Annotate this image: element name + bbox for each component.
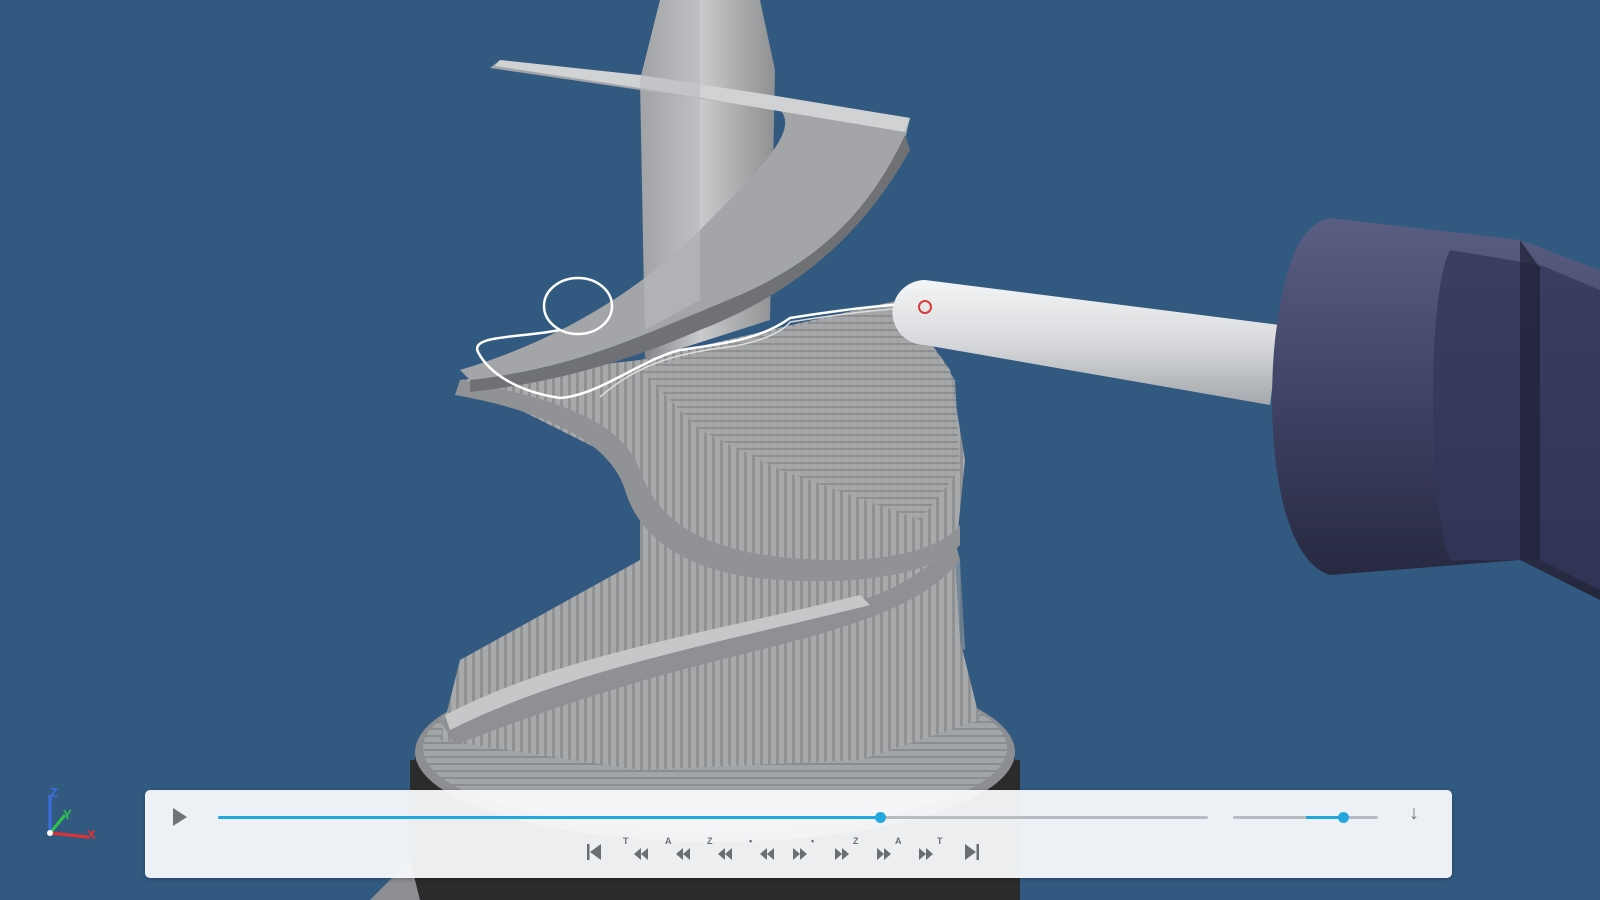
step-forward-icon — [793, 848, 807, 860]
last-step-button[interactable] — [957, 836, 991, 866]
step-mode-label: Z — [707, 836, 713, 846]
play-button[interactable] — [167, 804, 193, 830]
forward-toolpath-button[interactable]: T — [915, 836, 949, 866]
progress-fill — [218, 816, 881, 819]
forward-operation-button[interactable]: A — [873, 836, 907, 866]
speed-slider[interactable] — [1233, 812, 1378, 823]
back-z-level-button[interactable]: Z — [705, 836, 739, 866]
download-button[interactable]: ↓ — [1403, 802, 1425, 828]
machining-scene — [370, 0, 1600, 900]
axis-x-label: X — [87, 827, 96, 842]
back-point-button[interactable]: • — [747, 836, 781, 866]
step-mode-label: Z — [853, 836, 859, 846]
back-operation-button[interactable]: A — [663, 836, 697, 866]
simulation-viewport[interactable]: X Y Z — [0, 0, 1600, 900]
play-icon — [173, 808, 187, 826]
step-mode-label: • — [749, 836, 753, 846]
speed-handle[interactable] — [1338, 812, 1350, 823]
forward-point-button[interactable]: • — [789, 836, 823, 866]
step-controls: T A Z • • Z A T — [579, 834, 991, 868]
simulation-progress-slider[interactable] — [218, 812, 1208, 823]
axis-triad: X Y Z — [40, 785, 110, 845]
axis-z-label: Z — [50, 785, 58, 800]
first-step-button[interactable] — [579, 836, 613, 866]
progress-handle[interactable] — [875, 812, 887, 823]
step-mode-label: T — [623, 836, 629, 846]
step-mode-label: A — [665, 836, 672, 846]
step-mode-label: T — [937, 836, 943, 846]
axis-y-label: Y — [63, 807, 72, 822]
forward-z-level-button[interactable]: Z — [831, 836, 865, 866]
playback-panel: ↓ T A Z • • Z A T — [145, 790, 1452, 878]
skip-to-start-icon — [587, 844, 601, 860]
step-mode-label: A — [895, 836, 902, 846]
back-toolpath-button[interactable]: T — [621, 836, 655, 866]
step-mode-label: • — [811, 836, 815, 846]
skip-to-end-icon — [965, 844, 979, 860]
